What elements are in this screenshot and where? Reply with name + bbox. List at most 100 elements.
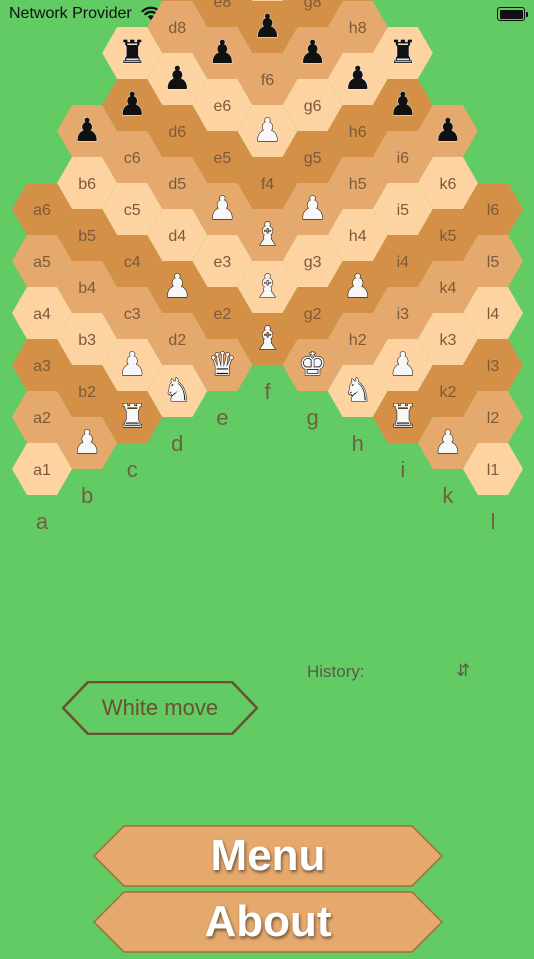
cell-label-h6: h6 — [349, 124, 367, 141]
cell-label-c4: c4 — [124, 254, 141, 271]
sort-icon[interactable]: ⇵ — [456, 661, 470, 681]
cell-label-l6: l6 — [487, 202, 500, 219]
cell-label-g5: g5 — [304, 150, 322, 167]
white-queen-e1[interactable]: ♛ — [208, 344, 238, 383]
cell-label-i5: i5 — [397, 202, 410, 219]
cell-label-h4: h4 — [349, 228, 367, 245]
cell-label-a5: a5 — [33, 254, 51, 271]
cell-label-l5: l5 — [487, 254, 500, 271]
black-pawn-f7[interactable]: ♟ — [253, 7, 283, 46]
white-pawn-b1[interactable]: ♟ — [72, 422, 102, 461]
cell-label-k4: k4 — [439, 280, 456, 297]
cell-label-a2: a2 — [33, 410, 51, 427]
cell-label-c5: c5 — [124, 202, 141, 219]
cell-label-k6: k6 — [439, 176, 456, 193]
cell-label-g8: g8 — [304, 0, 322, 11]
white-bishop-f2[interactable]: ♝ — [253, 266, 283, 305]
file-letter-a: a — [36, 509, 49, 534]
cell-label-l2: l2 — [487, 410, 500, 427]
white-pawn-c2[interactable]: ♟ — [117, 344, 147, 383]
black-pawn-d7[interactable]: ♟ — [163, 59, 193, 98]
cell-label-b3: b3 — [78, 332, 96, 349]
file-letter-f: f — [264, 379, 271, 404]
black-pawn-e7[interactable]: ♟ — [208, 33, 238, 72]
file-letter-b: b — [81, 483, 93, 508]
cell-label-f6: f6 — [261, 72, 274, 89]
cell-label-e5: e5 — [214, 150, 232, 167]
cell-label-e3: e3 — [214, 254, 232, 271]
file-letter-l: l — [491, 509, 496, 534]
file-letter-g: g — [306, 405, 318, 430]
white-pawn-f5[interactable]: ♟ — [253, 110, 283, 149]
turn-label: White move — [101, 695, 219, 720]
cell-label-d4: d4 — [168, 228, 186, 245]
white-knight-h1[interactable]: ♞ — [343, 370, 373, 409]
cell-label-g3: g3 — [304, 254, 322, 271]
white-rook-c1[interactable]: ♜ — [117, 396, 147, 435]
about-button[interactable]: About — [92, 890, 444, 954]
cell-label-d5: d5 — [168, 176, 186, 193]
cell-label-b6: b6 — [78, 176, 96, 193]
cell-label-c6: c6 — [124, 150, 141, 167]
cell-label-b5: b5 — [78, 228, 96, 245]
cell-label-d2: d2 — [168, 332, 186, 349]
cell-label-a6: a6 — [33, 202, 51, 219]
cell-label-h2: h2 — [349, 332, 367, 349]
white-pawn-k1[interactable]: ♟ — [433, 422, 463, 461]
white-rook-i1[interactable]: ♜ — [388, 396, 418, 435]
hex-chess-board[interactable]: a1 a2 a3 a4 a5 a6 b2 b3 b4 b5 b6 c3 c4 c5 c6 d2 d4 d5 d6 d8… — [0, 0, 534, 640]
white-pawn-e4[interactable]: ♟ — [208, 188, 238, 227]
cell-label-d6: d6 — [168, 124, 186, 141]
white-pawn-g4[interactable]: ♟ — [298, 188, 328, 227]
menu-label: Menu — [210, 831, 326, 880]
cell-label-e6: e6 — [214, 98, 232, 115]
cell-label-a4: a4 — [33, 306, 51, 323]
file-letter-c: c — [127, 457, 138, 482]
file-letter-e: e — [216, 405, 228, 430]
white-pawn-i2[interactable]: ♟ — [388, 344, 418, 383]
cell-label-h5: h5 — [349, 176, 367, 193]
file-letter-k: k — [442, 483, 454, 508]
cell-label-h8: h8 — [349, 20, 367, 37]
cell-label-e8: e8 — [214, 0, 232, 11]
cell-label-c3: c3 — [124, 306, 141, 323]
history-label: History: — [307, 662, 365, 681]
cell-label-i4: i4 — [397, 254, 410, 271]
cell-label-a1: a1 — [33, 462, 51, 479]
white-pawn-h3[interactable]: ♟ — [343, 266, 373, 305]
black-pawn-g7[interactable]: ♟ — [298, 33, 328, 72]
cell-label-b4: b4 — [78, 280, 96, 297]
file-letter-h: h — [352, 431, 364, 456]
menu-button[interactable]: Menu — [92, 824, 444, 888]
cell-label-e2: e2 — [214, 306, 232, 323]
cell-label-i3: i3 — [397, 306, 410, 323]
black-pawn-k7[interactable]: ♟ — [433, 111, 463, 150]
cell-label-k3: k3 — [439, 332, 456, 349]
white-pawn-d3[interactable]: ♟ — [162, 266, 192, 305]
cell-label-l1: l1 — [487, 462, 500, 479]
cell-label-b2: b2 — [78, 384, 96, 401]
cell-label-g2: g2 — [304, 306, 322, 323]
cell-label-d8: d8 — [168, 20, 186, 37]
cell-label-l4: l4 — [487, 306, 500, 323]
white-bishop-f1[interactable]: ♝ — [253, 318, 283, 357]
cell-label-k5: k5 — [439, 228, 456, 245]
cell-label-a3: a3 — [33, 358, 51, 375]
file-letter-i: i — [400, 457, 405, 482]
cell-label-k2: k2 — [439, 384, 456, 401]
turn-indicator: White move — [61, 680, 259, 736]
black-pawn-h7[interactable]: ♟ — [343, 59, 373, 98]
black-pawn-i7[interactable]: ♟ — [388, 85, 418, 124]
cell-label-i6: i6 — [397, 150, 410, 167]
white-knight-d1[interactable]: ♞ — [162, 370, 192, 409]
black-rook-i8[interactable]: ♜ — [388, 33, 418, 72]
black-pawn-b7[interactable]: ♟ — [72, 111, 102, 150]
black-pawn-c7[interactable]: ♟ — [117, 85, 147, 124]
white-king-g1[interactable]: ♚ — [298, 344, 328, 383]
file-letter-d: d — [171, 431, 183, 456]
about-label: About — [204, 897, 332, 946]
cell-label-l3: l3 — [487, 358, 500, 375]
white-bishop-f3[interactable]: ♝ — [253, 214, 283, 253]
black-rook-c8[interactable]: ♜ — [117, 33, 147, 72]
cell-label-f4: f4 — [261, 176, 274, 193]
